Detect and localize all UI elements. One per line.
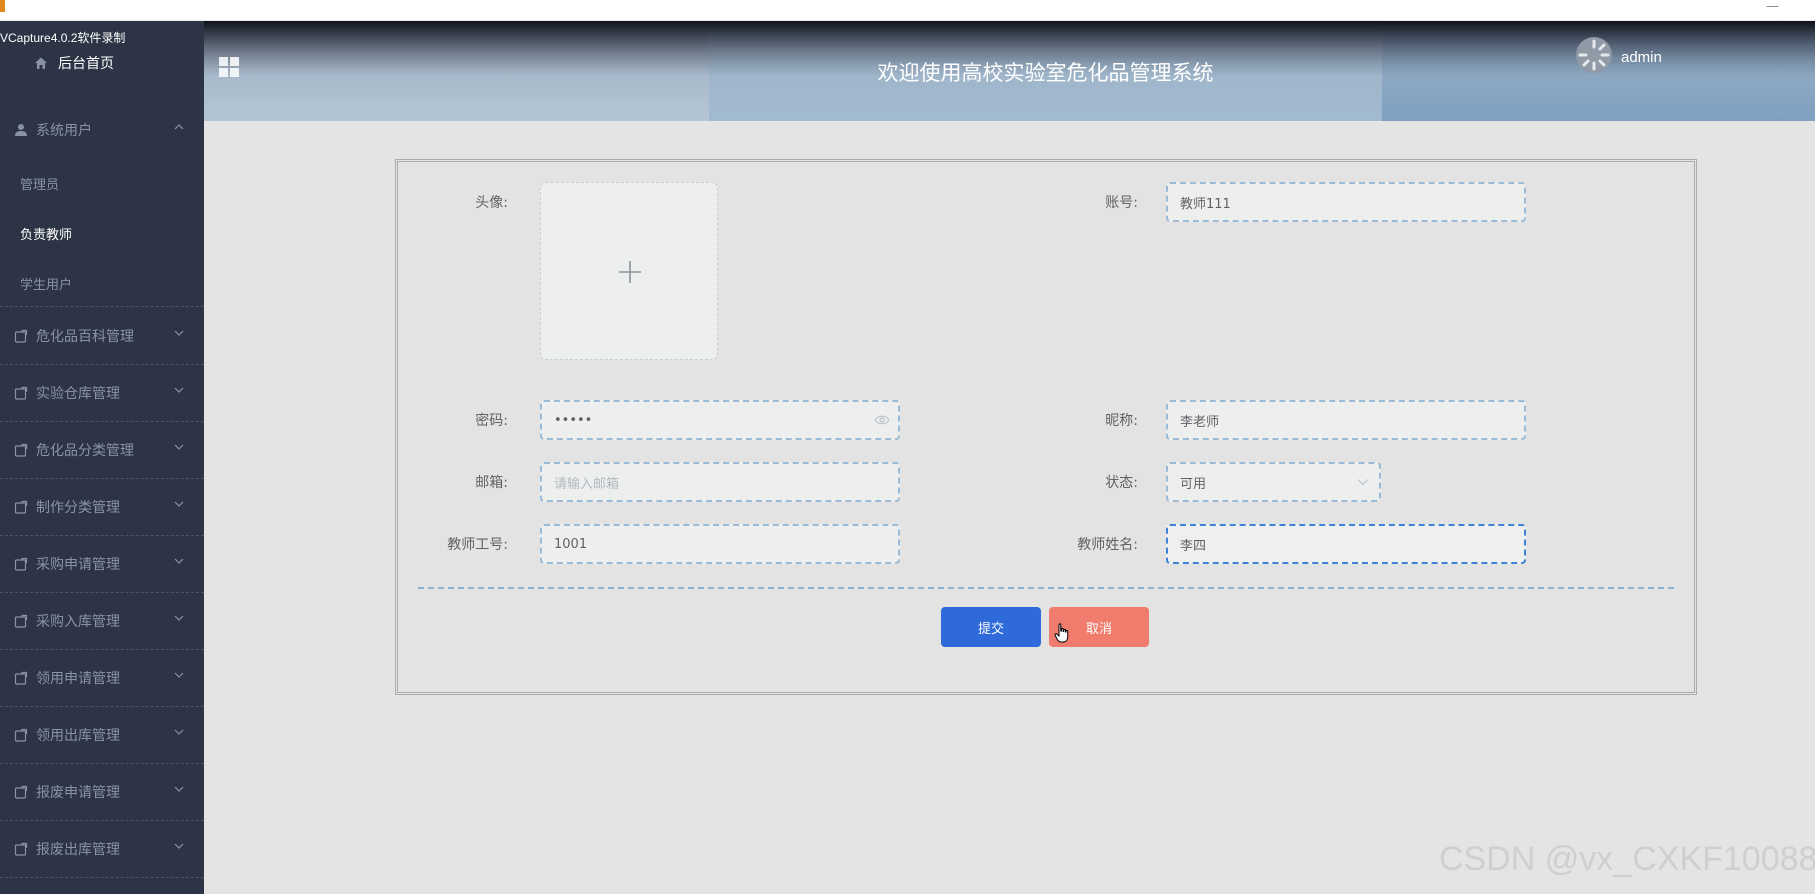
sidebar-group-label: 危化品分类管理: [36, 442, 134, 459]
account-value: 教师111: [1180, 196, 1231, 212]
sidebar-item-home[interactable]: 后台首页: [34, 53, 114, 73]
sidebar-group-label: 采购入库管理: [36, 613, 120, 630]
password-field[interactable]: •••••: [540, 400, 900, 440]
hand-cursor-icon: [1054, 623, 1069, 643]
chevron-down-icon: [174, 387, 184, 393]
sidebar-group-lab-warehouse[interactable]: 实验仓库管理: [0, 364, 204, 421]
teacher-id-value: 1001: [554, 536, 588, 552]
teacher-id-label: 教师工号:: [447, 537, 508, 553]
sidebar-group-system-users[interactable]: 系统用户: [0, 101, 204, 158]
nickname-label: 昵称:: [1105, 413, 1138, 429]
folder-icon: [14, 728, 28, 742]
email-label: 邮箱:: [475, 475, 508, 491]
chevron-down-icon: [174, 843, 184, 849]
chevron-down-icon: [174, 501, 184, 507]
sidebar-group-label: 领用出库管理: [36, 727, 120, 744]
sidebar: VCapture4.0.2软件录制 后台首页 系统用户 管理员 负责教师 学生用…: [0, 21, 204, 894]
folder-icon: [14, 329, 28, 343]
chevron-down-icon: [1357, 479, 1369, 486]
submit-button[interactable]: 提交: [941, 607, 1041, 647]
folder-icon: [14, 386, 28, 400]
folder-icon: [14, 842, 28, 856]
status-value: 可用: [1180, 476, 1207, 492]
window-titlebar: —: [0, 0, 1815, 21]
chevron-down-icon: [174, 330, 184, 336]
account-field[interactable]: 教师111: [1166, 182, 1526, 222]
teacher-name-field[interactable]: 李四: [1166, 524, 1526, 564]
divider: [0, 877, 204, 878]
sidebar-item-teacher[interactable]: 负责教师: [20, 224, 72, 243]
folder-icon: [14, 443, 28, 457]
sidebar-group-label: 系统用户: [36, 122, 92, 139]
chevron-down-icon: [174, 615, 184, 621]
folder-icon: [14, 614, 28, 628]
teacher-id-field[interactable]: 1001: [540, 524, 900, 564]
avatar-label: 头像:: [475, 195, 508, 211]
avatar[interactable]: [1575, 36, 1613, 74]
status-label: 状态:: [1105, 475, 1138, 491]
sidebar-group-scrap-outbound[interactable]: 报废出库管理: [0, 820, 204, 877]
plus-icon: [619, 261, 641, 283]
sidebar-group-purchase-inbound[interactable]: 采购入库管理: [0, 592, 204, 649]
header-panel: [204, 21, 709, 121]
sidebar-group-chemical-category[interactable]: 危化品分类管理: [0, 421, 204, 478]
username-label[interactable]: admin: [1621, 49, 1662, 66]
sidebar-group-chemical-wiki[interactable]: 危化品百科管理: [0, 307, 204, 364]
password-label: 密码:: [475, 413, 508, 429]
folder-icon: [14, 671, 28, 685]
teacher-name-label: 教师姓名:: [1077, 537, 1138, 553]
user-icon: [15, 123, 27, 136]
email-placeholder: 请输入邮箱: [554, 476, 620, 492]
page-title: 欢迎使用高校实验室危化品管理系统: [877, 61, 1214, 85]
sidebar-group-use-request[interactable]: 领用申请管理: [0, 649, 204, 706]
app-icon: [0, 0, 5, 12]
sidebar-group-label: 采购申请管理: [36, 556, 120, 573]
sidebar-group-label: 制作分类管理: [36, 499, 120, 516]
chevron-down-icon: [174, 672, 184, 678]
chevron-down-icon: [174, 729, 184, 735]
sidebar-group-purchase-request[interactable]: 采购申请管理: [0, 535, 204, 592]
folder-icon: [14, 785, 28, 799]
chevron-down-icon: [174, 444, 184, 450]
home-icon: [35, 57, 47, 69]
nickname-field[interactable]: 李老师: [1166, 400, 1526, 440]
sidebar-group-scrap-request[interactable]: 报废申请管理: [0, 763, 204, 820]
chevron-down-icon: [174, 558, 184, 564]
chevron-down-icon: [174, 786, 184, 792]
sidebar-item-student[interactable]: 学生用户: [20, 274, 72, 293]
nickname-value: 李老师: [1180, 414, 1220, 430]
avatar-upload[interactable]: [540, 182, 718, 360]
sidebar-group-production-category[interactable]: 制作分类管理: [0, 478, 204, 535]
grid-menu-icon[interactable]: [218, 56, 240, 78]
sidebar-group-label: 实验仓库管理: [36, 385, 120, 402]
sidebar-group-label: 报废申请管理: [36, 784, 120, 801]
eye-icon[interactable]: [874, 414, 890, 426]
sidebar-group-label: 危化品百科管理: [36, 328, 134, 345]
password-value: •••••: [554, 412, 593, 428]
teacher-name-value: 李四: [1180, 538, 1207, 554]
status-select[interactable]: 可用: [1166, 462, 1381, 502]
minimize-button[interactable]: —: [1766, 0, 1779, 14]
sidebar-group-label: 报废出库管理: [36, 841, 120, 858]
account-label: 账号:: [1105, 195, 1138, 211]
form-divider: [418, 587, 1674, 589]
folder-icon: [14, 500, 28, 514]
sidebar-item-admin[interactable]: 管理员: [20, 174, 59, 193]
teacher-edit-form: 头像: 账号: 教师111 密码: ••••• 昵称: 李老师 邮箱: 请输入邮…: [395, 159, 1697, 695]
recorder-label: VCapture4.0.2软件录制: [0, 31, 126, 45]
sidebar-group-use-outbound[interactable]: 领用出库管理: [0, 706, 204, 763]
email-field[interactable]: 请输入邮箱: [540, 462, 900, 502]
chevron-up-icon: [174, 124, 184, 130]
sidebar-item-label: 后台首页: [58, 56, 114, 72]
folder-icon: [14, 557, 28, 571]
sidebar-group-label: 领用申请管理: [36, 670, 120, 687]
top-header: 欢迎使用高校实验室危化品管理系统 admin: [204, 21, 1815, 121]
watermark: CSDN @vx_CXKF10088: [1439, 840, 1815, 878]
